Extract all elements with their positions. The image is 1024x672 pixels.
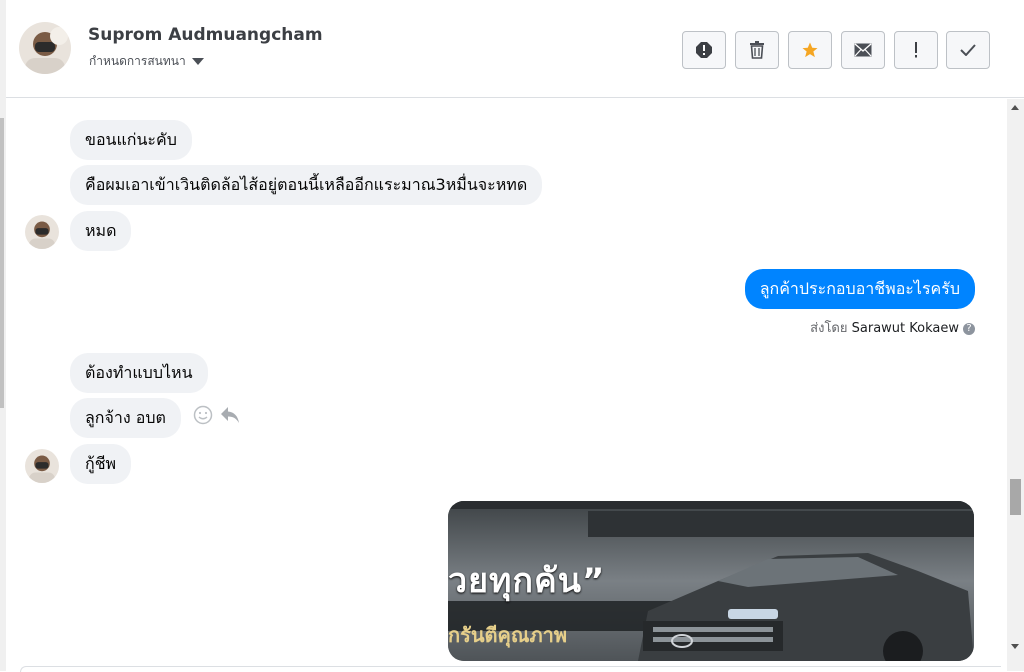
- schedule-label: กำหนดการสนทนา: [89, 54, 186, 68]
- contact-avatar[interactable]: [19, 22, 71, 74]
- thread-scrollbar[interactable]: [1007, 99, 1024, 671]
- ad-tagline: กรันตีคุณภาพ: [448, 623, 568, 647]
- contact-avatar-small: [25, 449, 59, 483]
- message-bubble-incoming[interactable]: กู้ชีพ: [70, 444, 132, 484]
- delete-button[interactable]: [735, 31, 779, 69]
- mark-unread-button[interactable]: [841, 31, 885, 69]
- scroll-down-arrow-icon[interactable]: [1011, 644, 1019, 649]
- message-bubble-incoming[interactable]: ต้องทำแบบไหน: [70, 353, 208, 393]
- message-bubble-incoming[interactable]: ขอนแก่นะคับ: [70, 120, 192, 160]
- message-thread[interactable]: ขอนแก่นะคับ คือผมเอาเข้าเวินติดล้อไส้อยู…: [6, 99, 1007, 671]
- sent-by-label: ส่งโดย Sarawut Kokaew?: [810, 317, 975, 338]
- message-bubble-incoming[interactable]: คือผมเอาเข้าเวินติดล้อไส้อยู่ตอนนี้เหลือ…: [70, 165, 543, 205]
- left-panel-scroll-strip: [0, 118, 4, 408]
- emoji-react-icon[interactable]: [193, 405, 213, 430]
- contact-name: Suprom Audmuangcham: [88, 25, 323, 45]
- mark-important-button[interactable]: [894, 31, 938, 69]
- mark-done-button[interactable]: [946, 31, 990, 69]
- check-icon: [960, 44, 976, 56]
- reply-icon[interactable]: [220, 406, 240, 429]
- message-bubble-incoming[interactable]: หมด: [70, 211, 132, 251]
- sender-name: Sarawut Kokaew: [851, 321, 959, 336]
- conversation-header: Suprom Audmuangcham กำหนดการสนทนา: [0, 0, 1024, 98]
- scrollbar-thumb[interactable]: [1010, 479, 1021, 515]
- trash-icon: [750, 41, 764, 59]
- alert-circle-icon: [696, 42, 712, 58]
- schedule-dropdown[interactable]: กำหนดการสนทนา: [89, 52, 204, 71]
- help-icon[interactable]: ?: [963, 322, 975, 335]
- image-message[interactable]: วยทุกคัน” กรันตีคุณภาพ: [448, 501, 974, 661]
- star-icon: [802, 42, 818, 58]
- contact-avatar-small: [25, 215, 59, 249]
- message-bubble-outgoing[interactable]: ลูกค้าประกอบอาชีพอะไรครับ: [744, 269, 975, 309]
- envelope-icon: [854, 43, 872, 57]
- star-button[interactable]: [788, 31, 832, 69]
- scroll-up-arrow-icon[interactable]: [1011, 105, 1019, 110]
- exclamation-icon: [915, 42, 917, 58]
- spam-button[interactable]: [682, 31, 726, 69]
- ad-headline: วยทุกคัน”: [448, 561, 606, 601]
- caret-down-icon: [191, 58, 204, 65]
- message-bubble-incoming[interactable]: ลูกจ้าง อบต: [70, 398, 181, 438]
- composer-edge: [20, 666, 1001, 672]
- sent-by-prefix: ส่งโดย: [810, 321, 848, 336]
